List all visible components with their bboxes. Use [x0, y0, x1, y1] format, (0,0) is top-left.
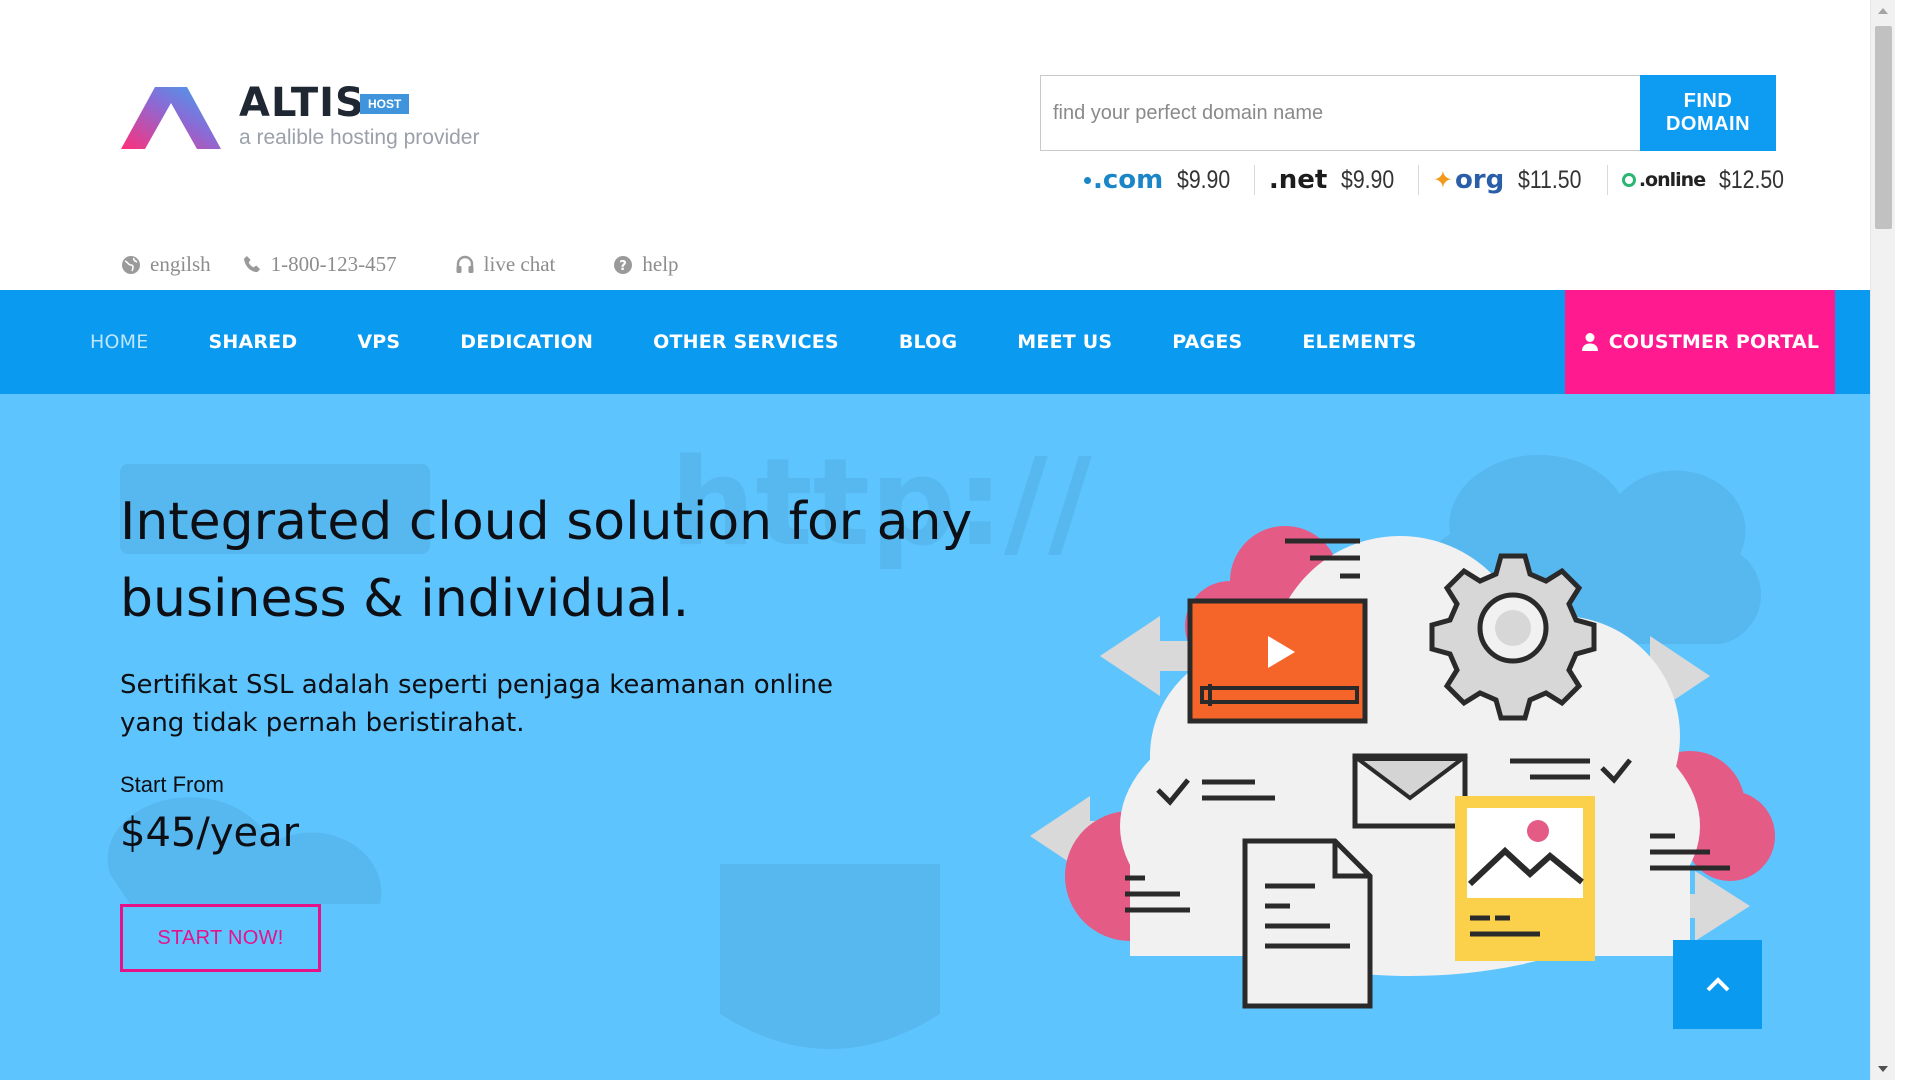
language-selector[interactable]: engilsh [121, 252, 211, 277]
nav-item-blog[interactable]: BLOG [899, 331, 957, 353]
tld-com[interactable]: .com $9.90 [1084, 165, 1254, 195]
tld-net[interactable]: .net $9.90 [1253, 165, 1418, 195]
logo-mark-icon [121, 87, 221, 149]
nav-item-dedication[interactable]: DEDICATION [460, 331, 593, 353]
language-label: engilsh [150, 252, 211, 276]
tld-price-list: .com $9.90 .net $9.90 ✦ org $11.50 .onlin… [1084, 162, 1810, 198]
user-icon [1581, 333, 1598, 351]
email-icon [1352, 753, 1468, 829]
tld-org-label: org [1454, 165, 1505, 195]
customer-portal-label: COUSTMER PORTAL [1608, 331, 1820, 353]
page-scrollbar[interactable] [1870, 0, 1895, 1080]
hero-price: $45/year [120, 810, 300, 856]
brand-name: ALTIS [239, 80, 365, 126]
nav-item-shared[interactable]: SHARED [208, 331, 297, 353]
brand-badge: HOST [360, 94, 410, 114]
domain-search: FIND DOMAIN [1040, 75, 1776, 151]
page: ALTIS HOST a realible hosting provider F… [0, 0, 1895, 1080]
globe-icon [122, 255, 140, 274]
tld-online[interactable]: .online $12.50 [1606, 165, 1810, 195]
live-chat-label: live chat [483, 252, 556, 276]
tld-org-name: ✦ org [1433, 165, 1504, 195]
tld-org-price: $11.50 [1518, 165, 1582, 194]
nav-item-elements[interactable]: ELEMENTS [1302, 331, 1416, 353]
tld-com-price: $9.90 [1177, 165, 1231, 194]
online-ring-icon [1621, 173, 1636, 187]
document-icon [1242, 838, 1373, 1009]
gear-icon [1429, 553, 1597, 721]
svg-text:?: ? [620, 259, 628, 274]
tld-com-name: .com [1084, 165, 1163, 195]
tld-com-label: .com [1093, 165, 1164, 195]
top-utility-bar: engilsh 1-800-123-457 live chat ? help [121, 252, 711, 277]
main-navigation: HOME SHARED VPS DEDICATION OTHER SERVICE… [0, 290, 1895, 394]
scroll-to-top-button[interactable] [1673, 940, 1762, 1029]
brand-tagline: a realible hosting provider [239, 126, 480, 149]
start-now-button[interactable]: START NOW! [120, 904, 321, 972]
help-link[interactable]: ? help [613, 252, 679, 277]
brand-logo[interactable]: ALTIS HOST a realible hosting provider [121, 80, 501, 160]
nav-item-pages[interactable]: PAGES [1172, 331, 1242, 353]
hero-section: http:// Integrated cloud solution for an… [0, 394, 1895, 1080]
image-card-icon [1455, 796, 1595, 961]
nav-item-other-services[interactable]: OTHER SERVICES [653, 331, 839, 353]
plus-icon: ✦ [1432, 166, 1453, 194]
help-label: help [642, 252, 679, 276]
tld-net-price: $9.90 [1341, 165, 1395, 194]
question-icon: ? [614, 255, 633, 274]
tld-online-label: .online [1638, 169, 1706, 191]
tld-org[interactable]: ✦ org $11.50 [1417, 165, 1607, 195]
tld-online-price: $12.50 [1719, 165, 1785, 194]
nav-item-meet-us[interactable]: MEET US [1017, 331, 1112, 353]
headset-icon [456, 255, 474, 273]
phone-link[interactable]: 1-800-123-457 [243, 252, 397, 277]
tld-net-name: .net [1269, 165, 1327, 195]
phone-icon [243, 255, 260, 273]
hero-title: Integrated cloud solution for any busine… [120, 492, 973, 629]
domain-search-input[interactable] [1040, 75, 1640, 151]
nav-item-home[interactable]: HOME [90, 331, 148, 353]
price-caption: Start From [120, 772, 224, 797]
live-chat-link[interactable]: live chat [455, 252, 556, 277]
chevron-up-icon [1706, 976, 1729, 991]
nav-item-vps[interactable]: VPS [357, 331, 400, 353]
scrollbar-thumb[interactable] [1875, 26, 1892, 229]
scroll-up-arrow-icon[interactable] [1878, 8, 1888, 14]
scroll-down-arrow-icon[interactable] [1878, 1066, 1888, 1072]
phone-number: 1-800-123-457 [270, 252, 397, 276]
tld-online-name: .online [1621, 169, 1706, 191]
customer-portal-button[interactable]: COUSTMER PORTAL [1565, 290, 1835, 394]
tld-net-label: .net [1268, 165, 1328, 195]
hero-subtitle: Sertifikat SSL adalah seperti penjaga ke… [120, 670, 834, 738]
nav-menu: HOME SHARED VPS DEDICATION OTHER SERVICE… [90, 290, 1477, 394]
find-domain-button[interactable]: FIND DOMAIN [1640, 75, 1776, 151]
